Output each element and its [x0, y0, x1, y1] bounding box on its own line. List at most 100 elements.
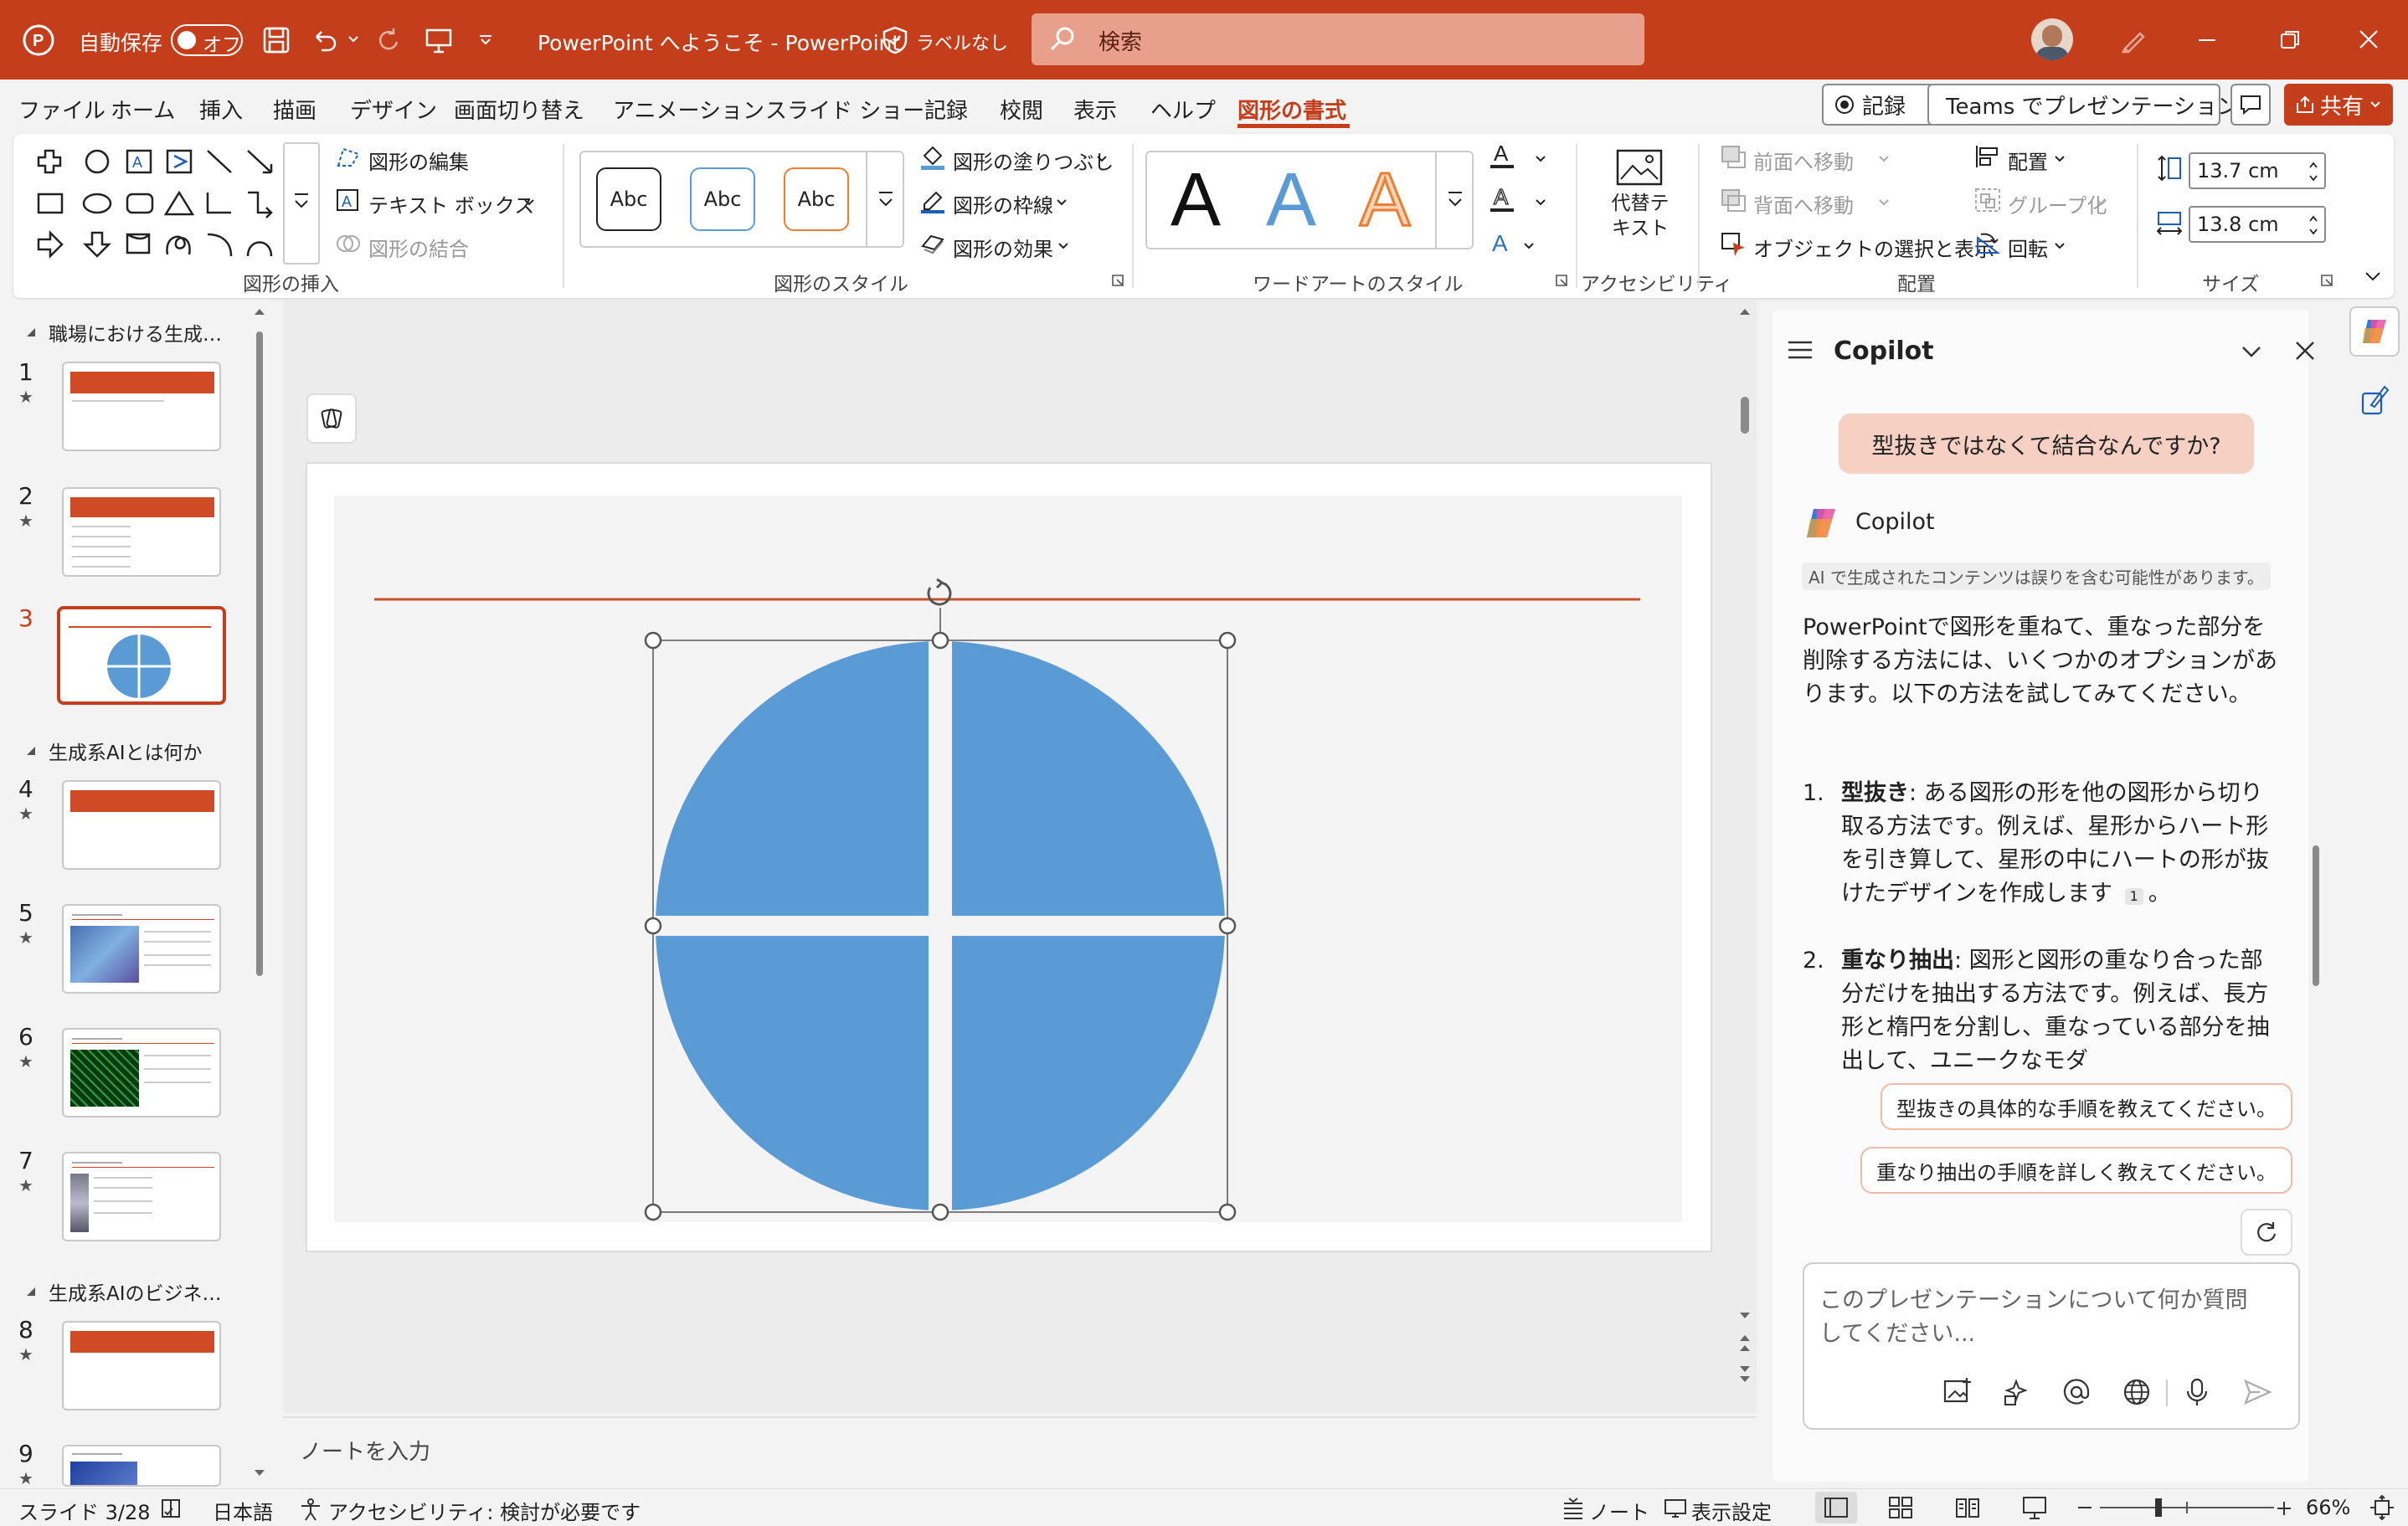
web-globe-icon[interactable]	[2121, 1376, 2153, 1408]
slide-thumbnail-6[interactable]	[62, 1028, 221, 1118]
height-input[interactable]: 13.7 cm	[2189, 152, 2326, 189]
copilot-input-box[interactable]: このプレゼンテーションについて何か質問 してください...	[1803, 1262, 2300, 1430]
section-title-3[interactable]: 生成系AIのビジネ…	[49, 1277, 222, 1306]
zoom-slider[interactable]	[2100, 1498, 2274, 1517]
scroll-down-icon[interactable]	[1735, 1308, 1755, 1324]
shape-style-orange[interactable]: Abc	[784, 167, 849, 231]
previous-slide-icon[interactable]	[1735, 1329, 1755, 1358]
sensitivity-shield-icon[interactable]	[881, 25, 909, 55]
section-title-1[interactable]: 職場における生成…	[49, 318, 222, 347]
group-button[interactable]: グループ化	[2008, 189, 2107, 218]
search-box[interactable]: 検索	[1032, 13, 1644, 65]
align-dropdown-icon[interactable]	[2053, 152, 2066, 166]
notes-icon[interactable]	[1561, 1497, 1586, 1520]
section-collapse-icon[interactable]	[23, 743, 37, 757]
present-icon[interactable]	[424, 25, 454, 55]
textbox-dropdown-icon[interactable]	[522, 196, 536, 209]
save-icon[interactable]	[261, 25, 291, 55]
group-dropdown-icon[interactable]	[2095, 196, 2108, 209]
wordart-more-button[interactable]	[1435, 151, 1474, 249]
shape-outline-button[interactable]: 図形の枠線	[953, 189, 1053, 218]
shape-fill-button[interactable]: 図形の塗りつぶし	[953, 146, 1114, 175]
merge-shapes-button[interactable]: 図形の結合	[368, 233, 469, 262]
slide-thumbnail-5[interactable]	[62, 904, 221, 994]
notes-pane[interactable]: ノートを入力	[283, 1416, 1757, 1488]
fill-dropdown-icon[interactable]	[1095, 152, 1109, 166]
scroll-thumb[interactable]	[1741, 397, 1749, 434]
next-slide-icon[interactable]	[1735, 1359, 1755, 1388]
menu-shape-format[interactable]: 図形の書式	[1237, 94, 1346, 125]
shape-gallery-more-button[interactable]	[283, 142, 320, 265]
effects-dropdown-icon[interactable]	[1057, 239, 1070, 253]
fit-to-window-icon[interactable]	[2369, 1495, 2395, 1520]
menu-record[interactable]: 記録	[924, 94, 968, 125]
menu-help[interactable]: ヘルプ	[1150, 94, 1216, 125]
text-effects-icon[interactable]: A	[1487, 228, 1517, 258]
customize-toolbar-icon[interactable]	[477, 32, 494, 49]
undo-dropdown-icon[interactable]	[347, 32, 360, 45]
mention-icon[interactable]	[2061, 1376, 2092, 1408]
language-indicator[interactable]: 日本語	[213, 1496, 273, 1525]
scroll-down-icon[interactable]	[251, 1465, 268, 1482]
prompt-guide-icon[interactable]	[2000, 1376, 2032, 1408]
menu-transitions[interactable]: 画面切り替え	[454, 94, 584, 125]
slide-thumbnail-4[interactable]	[62, 780, 221, 870]
notes-button[interactable]: ノート	[1589, 1496, 1649, 1525]
scroll-thumb[interactable]	[256, 331, 263, 976]
comments-button[interactable]	[2230, 84, 2271, 126]
slide-thumbnail-8[interactable]	[62, 1321, 221, 1410]
section-collapse-icon[interactable]	[23, 1284, 37, 1297]
display-settings-icon[interactable]	[1663, 1497, 1688, 1520]
normal-view-button[interactable]	[1815, 1492, 1857, 1523]
bring-forward-button[interactable]: 前面へ移動	[1753, 146, 1854, 175]
accessibility-icon[interactable]	[298, 1497, 323, 1522]
designer-button[interactable]	[306, 393, 357, 444]
split-circle-shape[interactable]	[641, 629, 1243, 1215]
bring-forward-dropdown-icon[interactable]	[1877, 152, 1891, 166]
sensitivity-label[interactable]: ラベルなし	[916, 28, 1008, 55]
menu-insert[interactable]: 挿入	[199, 94, 243, 125]
menu-home[interactable]: ホーム	[111, 94, 175, 125]
text-fill-icon[interactable]: A	[1487, 141, 1517, 171]
autosave-toggle[interactable]: オフ	[171, 24, 243, 56]
pen-icon[interactable]	[2118, 25, 2148, 55]
menu-design[interactable]: デザイン	[350, 94, 437, 125]
close-window-icon[interactable]	[2358, 28, 2380, 50]
shape-effects-button[interactable]: 図形の効果	[953, 233, 1053, 262]
menu-draw[interactable]: 描画	[273, 94, 316, 125]
edit-shape-button[interactable]: 図形の編集	[368, 146, 469, 175]
rotate-button[interactable]: 回転	[2008, 233, 2048, 262]
suggestion-chip-1[interactable]: 型抜きの具体的な手順を教えてください。	[1881, 1083, 2292, 1130]
zoom-level[interactable]: 66%	[2306, 1496, 2350, 1519]
rotate-dropdown-icon[interactable]	[2053, 239, 2066, 253]
wordart-style-blue[interactable]: A	[1266, 162, 1316, 238]
copilot-collapse-icon[interactable]	[2241, 343, 2262, 360]
canvas-scrollbar[interactable]	[1735, 303, 1755, 1408]
text-outline-dropdown-icon[interactable]	[1534, 196, 1547, 209]
width-input[interactable]: 13.8 cm	[2189, 206, 2326, 243]
height-spinner-icon[interactable]	[2308, 157, 2319, 186]
collapse-ribbon-icon[interactable]	[2363, 268, 2383, 285]
thumbnail-scrollbar[interactable]	[251, 303, 268, 1483]
restore-icon[interactable]	[2279, 28, 2301, 50]
zoom-out-icon[interactable]	[2076, 1503, 2093, 1512]
copilot-close-icon[interactable]	[2294, 340, 2316, 362]
dialog-launcher-icon[interactable]	[2319, 273, 2334, 288]
textbox-button[interactable]: テキスト ボックス	[368, 189, 534, 218]
slide-sorter-icon[interactable]	[1887, 1495, 1914, 1520]
send-backward-button[interactable]: 背面へ移動	[1753, 189, 1854, 218]
user-avatar[interactable]	[2031, 18, 2073, 60]
designer-pane-icon[interactable]	[2359, 382, 2391, 417]
scroll-up-icon[interactable]	[251, 303, 268, 320]
slide-thumbnail-2[interactable]	[62, 487, 221, 577]
suggestion-chip-2[interactable]: 重なり抽出の手順を詳しく教えてください。	[1860, 1147, 2292, 1194]
menu-view[interactable]: 表示	[1073, 94, 1117, 125]
dialog-launcher-icon[interactable]	[1110, 273, 1125, 288]
copilot-toggle-button[interactable]	[2349, 306, 2400, 357]
zoom-in-icon[interactable]	[2276, 1500, 2292, 1517]
slide-content[interactable]	[306, 462, 1712, 1252]
slideshow-view-icon[interactable]	[2021, 1495, 2048, 1520]
add-image-icon[interactable]	[1942, 1376, 1973, 1408]
copilot-menu-icon[interactable]	[1787, 338, 1814, 362]
refresh-suggestions-button[interactable]	[2241, 1209, 2292, 1256]
